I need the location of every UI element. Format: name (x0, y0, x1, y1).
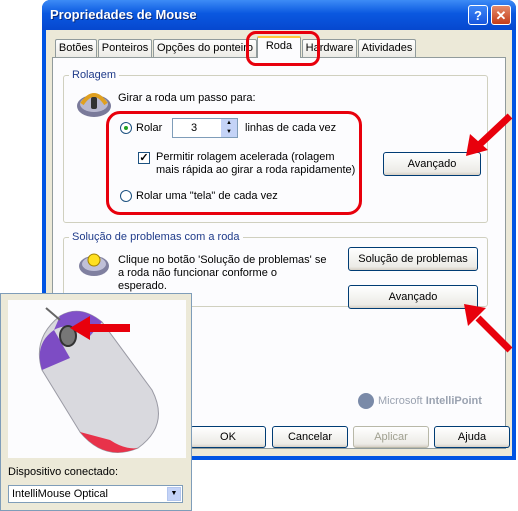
help-button[interactable]: ? (468, 5, 488, 25)
wheel-lightbulb-icon (78, 250, 110, 278)
tab-opcoes-ponteiro[interactable]: Opções do ponteiro (153, 39, 257, 57)
arrow-troubleshoot-advanced-icon (464, 304, 513, 353)
troubleshoot-button[interactable]: Solução de problemas (348, 247, 478, 271)
apply-button[interactable]: Aplicar (353, 426, 429, 448)
window-title: Propriedades de Mouse (50, 7, 197, 22)
troubleshoot-group-label: Solução de problemas com a roda (69, 231, 243, 243)
scroll-heading: Girar a roda um passo para: (118, 92, 256, 104)
device-select-value: IntelliMouse Optical (12, 488, 108, 500)
tab-ponteiros[interactable]: Ponteiros (98, 39, 152, 57)
tab-atividades[interactable]: Atividades (358, 39, 416, 57)
cancel-button[interactable]: Cancelar (272, 426, 348, 448)
ok-button[interactable]: OK (190, 426, 266, 448)
troubleshoot-advanced-button[interactable]: Avançado (348, 285, 478, 309)
arrow-wheel-icon (70, 316, 130, 340)
chevron-down-icon[interactable]: ▼ (167, 487, 181, 501)
scroll-options-highlight-box (106, 111, 362, 215)
close-button[interactable]: ✕ (491, 5, 511, 25)
scroll-group-label: Rolagem (69, 69, 120, 81)
tab-botoes[interactable]: Botões (55, 39, 97, 57)
brand-text: Microsoft IntelliPoint (378, 395, 482, 407)
wheel-icon (76, 88, 112, 118)
intellipoint-logo-icon (358, 393, 374, 409)
device-label: Dispositivo conectado: (8, 466, 119, 478)
arrow-advanced-icon (466, 113, 513, 156)
help-dialog-button[interactable]: Ajuda (434, 426, 510, 448)
device-select[interactable]: IntelliMouse Optical ▼ (8, 485, 183, 503)
brand-light: Microsoft (378, 395, 423, 407)
troubleshoot-text: Clique no botão 'Solução de problemas' s… (118, 254, 327, 292)
brand-bold: IntelliPoint (425, 395, 482, 407)
tab-roda[interactable]: Roda (257, 36, 301, 58)
